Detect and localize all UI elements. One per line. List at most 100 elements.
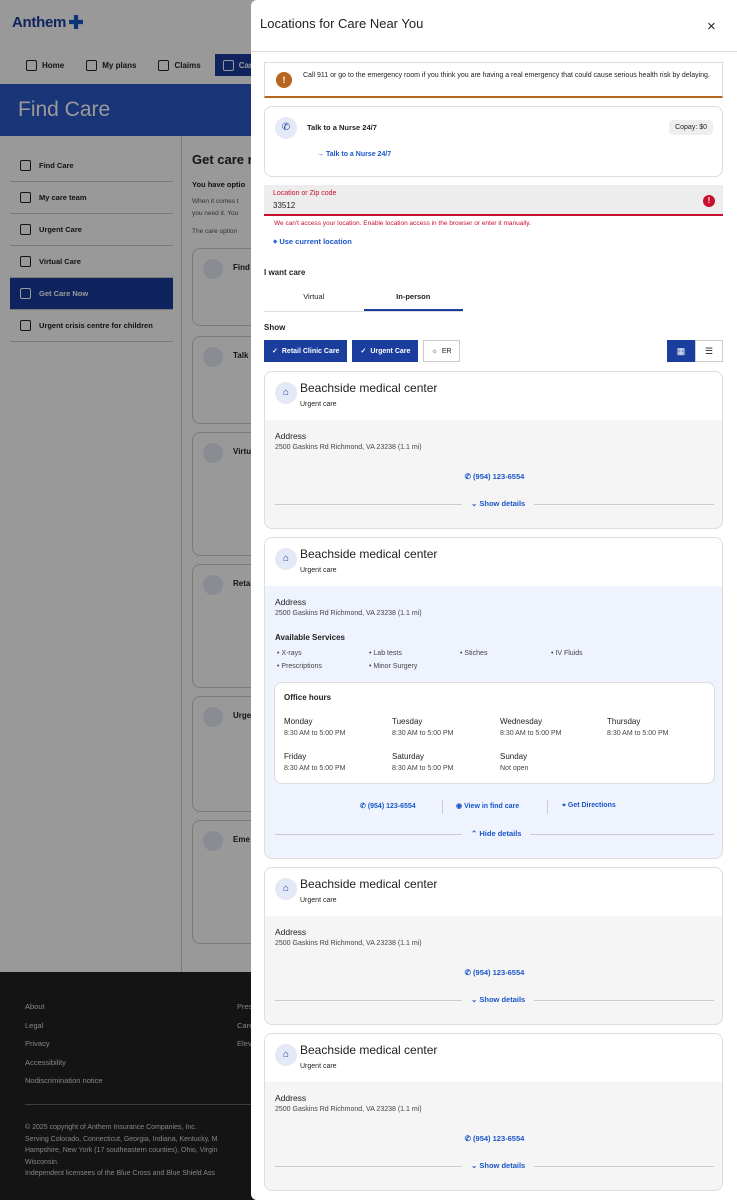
service-item: • Stiches (460, 650, 488, 657)
toggle-label: Show details (479, 1161, 526, 1170)
address-label: Address (275, 927, 307, 937)
view-toggle: ▦ ☰ (667, 340, 723, 362)
phone-link[interactable]: ✆ (954) 123-6554 (265, 1134, 722, 1143)
hospital-icon: ⌂ (275, 548, 297, 570)
day-hours: 8:30 AM to 5:00 PM (284, 730, 346, 737)
address-value: 2500 Gaskins Rd Richmond, VA 23238 (1.1 … (275, 610, 422, 617)
phone-icon: ✆ (464, 472, 474, 481)
hospital-icon: ⌂ (275, 878, 297, 900)
day-label: Monday (284, 717, 313, 726)
service-label: X-rays (281, 650, 302, 657)
phone-link[interactable]: ✆ (954) 123-6554 (265, 968, 722, 977)
view-label: View in find care (464, 803, 520, 810)
day-label: Tuesday (392, 717, 423, 726)
care-type-label: I want care (264, 268, 306, 277)
check-icon: ✓ (272, 348, 278, 355)
nurse-link-label: Talk to a Nurse 24/7 (325, 151, 392, 158)
office-hours-title: Office hours (284, 693, 332, 702)
day-hours: 8:30 AM to 5:00 PM (392, 765, 454, 772)
close-icon[interactable]: × (707, 19, 716, 34)
address-label: Address (275, 431, 307, 441)
panel-title: Locations for Care Near You (260, 16, 424, 31)
list-icon: ☰ (704, 345, 714, 356)
day-label: Sunday (500, 752, 528, 761)
day-hours: 8:30 AM to 5:00 PM (284, 765, 346, 772)
filter-label-text: Retail Clinic Care (281, 347, 340, 355)
phone-icon: ✆ (464, 1134, 474, 1143)
location-input[interactable] (273, 201, 673, 210)
show-details-button[interactable]: ⌄ Show details (462, 995, 535, 1004)
hide-details-button[interactable]: ⌃ Hide details (462, 829, 531, 838)
location-card: ⌂ Beachside medical center Urgent care A… (264, 1033, 723, 1191)
phone-number: (954) 123-6554 (473, 968, 525, 977)
location-name[interactable]: Beachside medical center (300, 877, 437, 891)
location-field-label: Location or Zip code (273, 190, 337, 197)
filter-retail-clinic[interactable]: ✓ Retail Clinic Care (264, 340, 348, 362)
nurse-title: Talk to a Nurse 24/7 (307, 123, 377, 132)
location-field: Location or Zip code ! (264, 185, 723, 216)
location-name[interactable]: Beachside medical center (300, 547, 437, 561)
location-name[interactable]: Beachside medical center (300, 381, 437, 395)
location-header: ⌂ Beachside medical center Urgent care (265, 538, 722, 586)
use-current-location-link[interactable]: ⌖ Use current location (273, 237, 352, 247)
service-label: Lab tests (373, 650, 402, 657)
phone-link[interactable]: ✆ (954) 123-6554 (265, 472, 722, 481)
address-value: 2500 Gaskins Rd Richmond, VA 23238 (1.1 … (275, 444, 422, 451)
phone-number: (954) 123-6554 (367, 803, 416, 810)
location-card: ⌂ Beachside medical center Urgent care A… (264, 867, 723, 1025)
phone-icon: ✆ (275, 117, 297, 139)
filter-er[interactable]: ☼ ER (423, 340, 460, 362)
day-hours: 8:30 AM to 5:00 PM (500, 730, 562, 737)
warning-icon: ! (276, 72, 292, 88)
location-type: Urgent care (300, 1063, 337, 1070)
day-label: Friday (284, 752, 307, 761)
nurse-card: ✆ Talk to a Nurse 24/7 Copay: $0 → Talk … (264, 106, 723, 177)
list-view-button[interactable]: ☰ (695, 340, 723, 362)
toggle-label: Hide details (479, 829, 522, 838)
map-view-button[interactable]: ▦ (667, 340, 695, 362)
hospital-icon: ⌂ (275, 382, 297, 404)
service-item: • IV Fluids (551, 650, 583, 657)
location-error-text: We can't access your location. Enable lo… (274, 220, 531, 227)
tab-virtual[interactable]: Virtual (264, 286, 364, 311)
check-icon: ✓ (360, 348, 367, 355)
service-item: • Prescriptions (277, 663, 322, 670)
arrow-right-icon: → (317, 151, 326, 158)
alert-text: Call 911 or go to the emergency room if … (303, 72, 710, 79)
location-type: Urgent care (300, 567, 337, 574)
filter-chips: ✓ Retail Clinic Care ✓ Urgent Care ☼ ER (264, 340, 460, 362)
location-type: Urgent care (300, 897, 337, 904)
sun-icon: ☼ (431, 347, 438, 355)
divider (547, 800, 548, 814)
phone-icon: ✆ (464, 968, 474, 977)
location-header: ⌂ Beachside medical center Urgent care (265, 372, 722, 420)
location-header: ⌂ Beachside medical center Urgent care (265, 1034, 722, 1082)
location-card: ⌂ Beachside medical center Urgent care A… (264, 371, 723, 529)
locations-panel: Locations for Care Near You × ! Call 911… (251, 0, 737, 1200)
day-label: Wednesday (500, 717, 543, 726)
copay-badge: Copay: $0 (669, 120, 713, 135)
service-label: Prescriptions (281, 663, 322, 670)
filter-label-text: Urgent Care (370, 347, 411, 355)
hospital-icon: ⌂ (275, 1044, 297, 1066)
location-name[interactable]: Beachside medical center (300, 1043, 437, 1057)
location-type: Urgent care (300, 401, 337, 408)
filter-urgent-care[interactable]: ✓ Urgent Care (352, 340, 419, 362)
toggle-label: Show details (479, 499, 526, 508)
office-hours-card: Office hours Monday 8:30 AM to 5:00 PM T… (274, 682, 715, 784)
panel-header: Locations for Care Near You × (251, 0, 737, 52)
day-hours: Not open (500, 765, 529, 772)
show-details-button[interactable]: ⌄ Show details (462, 499, 535, 508)
phone-number: (954) 123-6554 (473, 472, 525, 481)
nurse-link[interactable]: → Talk to a Nurse 24/7 (317, 151, 391, 158)
show-details-button[interactable]: ⌄ Show details (462, 1161, 535, 1170)
care-type-tabs: Virtual In-person (264, 286, 463, 312)
filter-label: Show (264, 323, 286, 332)
day-label: Thursday (607, 717, 641, 726)
address-value: 2500 Gaskins Rd Richmond, VA 23238 (1.1 … (275, 940, 422, 947)
get-directions-link[interactable]: ⌖ Get Directions (562, 802, 616, 810)
view-in-find-care-link[interactable]: ◉ View in find care (456, 802, 519, 810)
filter-label-text: ER (441, 347, 452, 355)
tab-in-person[interactable]: In-person (363, 286, 463, 311)
phone-link[interactable]: ✆ (954) 123-6554 (360, 802, 416, 810)
